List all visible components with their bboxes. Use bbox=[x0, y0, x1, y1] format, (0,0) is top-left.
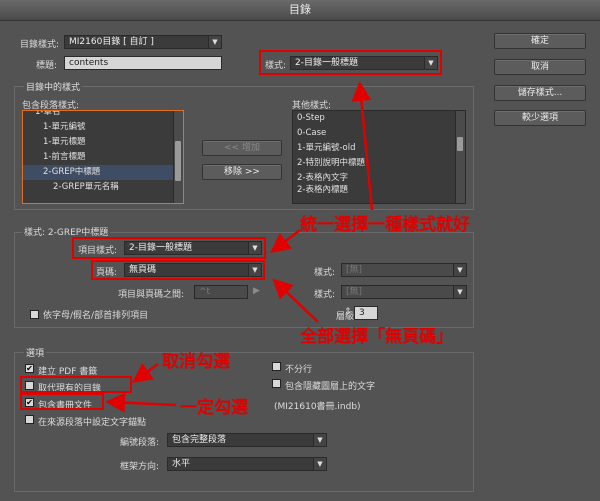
arrow-to-page-number bbox=[272, 278, 319, 323]
annotation-must-check: 一定勾選 bbox=[180, 398, 248, 418]
arrow-to-replace bbox=[131, 362, 159, 383]
annotation-arrows bbox=[105, 81, 374, 413]
arrow-to-entry-style bbox=[270, 229, 301, 254]
annotation-uncheck: 取消勾選 bbox=[162, 352, 230, 372]
arrow-to-title-style bbox=[351, 81, 374, 211]
annotation-select-all: 全部選擇「無頁碼」 bbox=[300, 327, 453, 347]
arrow-to-include-book bbox=[105, 392, 177, 413]
annotation-unify: 統一選擇一種樣式就好 bbox=[300, 215, 470, 235]
